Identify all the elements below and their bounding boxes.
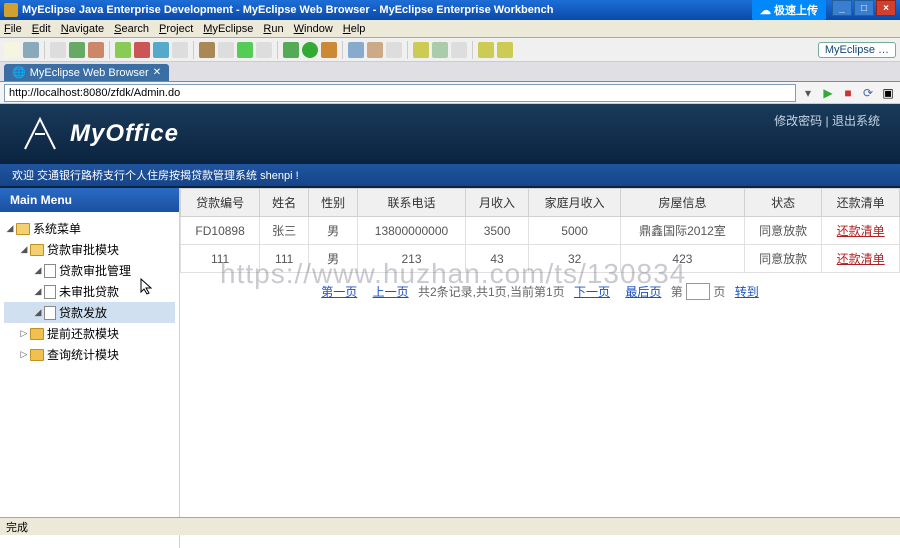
header-links: 修改密码 | 退出系统 [774, 112, 880, 129]
table-row: 111 111 男 213 43 32 423 同意放款 还款清单 [181, 245, 900, 273]
menu-run[interactable]: Run [263, 23, 283, 35]
pager-first[interactable]: 第一页 [321, 285, 357, 299]
minimize-button[interactable]: _ [832, 0, 852, 16]
tool-icon[interactable] [199, 42, 215, 58]
logo-icon [20, 114, 60, 154]
main-area: Main Menu ◢ 系统菜单 ◢ 贷款审批模块 ◢ 贷款审批管理 ◢ 未审批… [0, 186, 900, 548]
refresh-icon[interactable]: ⟳ [860, 85, 876, 101]
go-icon[interactable]: ▶ [820, 85, 836, 101]
menu-navigate[interactable]: Navigate [61, 23, 104, 35]
pager: 第一页 上一页 共2条记录,共1页,当前第1页 下一页 最后页 第 页 转到 [180, 273, 900, 310]
logout-link[interactable]: 退出系统 [832, 114, 880, 128]
tool-icon[interactable] [237, 42, 253, 58]
close-button[interactable]: × [876, 0, 896, 16]
pager-go[interactable]: 转到 [735, 285, 759, 299]
menu-project[interactable]: Project [159, 23, 193, 35]
tool-icon[interactable] [256, 42, 272, 58]
col-status: 状态 [744, 189, 822, 217]
new-icon[interactable] [4, 42, 20, 58]
tool-icon[interactable] [153, 42, 169, 58]
nav-tree: ◢ 系统菜单 ◢ 贷款审批模块 ◢ 贷款审批管理 ◢ 未审批贷款 ◢ 贷款发放 … [0, 212, 179, 371]
tool-icon[interactable] [88, 42, 104, 58]
tree-item-loan-issue[interactable]: ◢ 贷款发放 [4, 302, 175, 323]
stop-icon[interactable]: ■ [840, 85, 856, 101]
sidebar: Main Menu ◢ 系统菜单 ◢ 贷款审批模块 ◢ 贷款审批管理 ◢ 未审批… [0, 188, 180, 548]
menu-search[interactable]: Search [114, 23, 149, 35]
loan-table: 贷款编号 姓名 性别 联系电话 月收入 家庭月收入 房屋信息 状态 还款清单 F… [180, 188, 900, 273]
pager-next[interactable]: 下一页 [574, 285, 610, 299]
save-icon[interactable] [23, 42, 39, 58]
url-input[interactable] [4, 84, 796, 102]
upload-button[interactable]: ☁ 极速上传 [752, 0, 826, 20]
content-panel: 贷款编号 姓名 性别 联系电话 月收入 家庭月收入 房屋信息 状态 还款清单 F… [180, 188, 900, 548]
menu-edit[interactable]: Edit [32, 23, 51, 35]
pager-last[interactable]: 最后页 [625, 285, 661, 299]
tool-icon[interactable] [50, 42, 66, 58]
window-title: MyEclipse Java Enterprise Development - … [22, 4, 553, 16]
change-password-link[interactable]: 修改密码 [774, 114, 822, 128]
tool-icon[interactable] [432, 42, 448, 58]
tool-icon[interactable] [69, 42, 85, 58]
logo-text: MyOffice [70, 120, 179, 148]
repay-list-link[interactable]: 还款清单 [837, 252, 885, 266]
menu-myeclipse[interactable]: MyEclipse [203, 23, 253, 35]
menu-file[interactable]: File [4, 23, 22, 35]
welcome-bar: 欢迎 交通银行路桥支行个人住房按揭贷款管理系统 shenpi ! [0, 164, 900, 186]
tree-item-unapproved[interactable]: ◢ 未审批贷款 [4, 281, 175, 302]
col-loan-id: 贷款编号 [181, 189, 260, 217]
tool-icon[interactable] [115, 42, 131, 58]
cloud-icon: ☁ [760, 4, 771, 17]
menu-help[interactable]: Help [343, 23, 366, 35]
forward-icon[interactable] [497, 42, 513, 58]
col-house: 房屋信息 [621, 189, 745, 217]
globe-icon: 🌐 [12, 66, 26, 79]
tab-close-icon[interactable]: ✕ [153, 67, 161, 78]
tool-icon[interactable] [172, 42, 188, 58]
menubar: File Edit Navigate Search Project MyEcli… [0, 20, 900, 38]
tree-item-approval-manage[interactable]: ◢ 贷款审批管理 [4, 260, 175, 281]
tree-item-prepay[interactable]: ▷ 提前还款模块 [4, 323, 175, 344]
window-titlebar: MyEclipse Java Enterprise Development - … [0, 0, 900, 20]
menu-window[interactable]: Window [294, 23, 333, 35]
col-family-income: 家庭月收入 [529, 189, 621, 217]
repay-list-link[interactable]: 还款清单 [837, 224, 885, 238]
dropdown-icon[interactable]: ▾ [800, 85, 816, 101]
run-icon[interactable] [302, 42, 318, 58]
col-gender: 性别 [309, 189, 358, 217]
col-phone: 联系电话 [358, 189, 466, 217]
tool-icon[interactable] [218, 42, 234, 58]
tool-icon[interactable] [386, 42, 402, 58]
tree-item-loan-approval[interactable]: ◢ 贷款审批模块 [4, 239, 175, 260]
sidebar-title: Main Menu [0, 188, 179, 212]
pager-info: 共2条记录,共1页,当前第1页 [418, 285, 565, 299]
statusbar: 完成 [0, 517, 900, 535]
app-header: MyOffice 修改密码 | 退出系统 [0, 104, 900, 164]
app-icon [4, 3, 18, 17]
tree-item-query[interactable]: ▷ 查询统计模块 [4, 344, 175, 365]
tool-icon[interactable] [451, 42, 467, 58]
debug-icon[interactable] [283, 42, 299, 58]
maximize-button[interactable]: □ [854, 0, 874, 16]
tool-icon[interactable] [413, 42, 429, 58]
back-icon[interactable] [478, 42, 494, 58]
pager-page-input[interactable] [686, 283, 710, 300]
pager-prev[interactable]: 上一页 [373, 285, 409, 299]
editor-tab-bar: 🌐 MyEclipse Web Browser ✕ [0, 62, 900, 82]
tool-icon[interactable] [367, 42, 383, 58]
maximize-view-icon[interactable]: ▣ [880, 85, 896, 101]
perspective-badge[interactable]: MyEclipse … [818, 42, 896, 58]
browser-tab[interactable]: 🌐 MyEclipse Web Browser ✕ [4, 64, 169, 81]
toolbar: MyEclipse … [0, 38, 900, 62]
status-text: 完成 [6, 519, 28, 535]
tool-icon[interactable] [134, 42, 150, 58]
col-action: 还款清单 [822, 189, 900, 217]
url-bar: ▾ ▶ ■ ⟳ ▣ [0, 82, 900, 104]
tool-icon[interactable] [321, 42, 337, 58]
tool-icon[interactable] [348, 42, 364, 58]
col-income: 月收入 [465, 189, 528, 217]
table-row: FD10898 张三 男 13800000000 3500 5000 鼎鑫国际2… [181, 217, 900, 245]
col-name: 姓名 [260, 189, 309, 217]
tree-root[interactable]: ◢ 系统菜单 [4, 218, 175, 239]
